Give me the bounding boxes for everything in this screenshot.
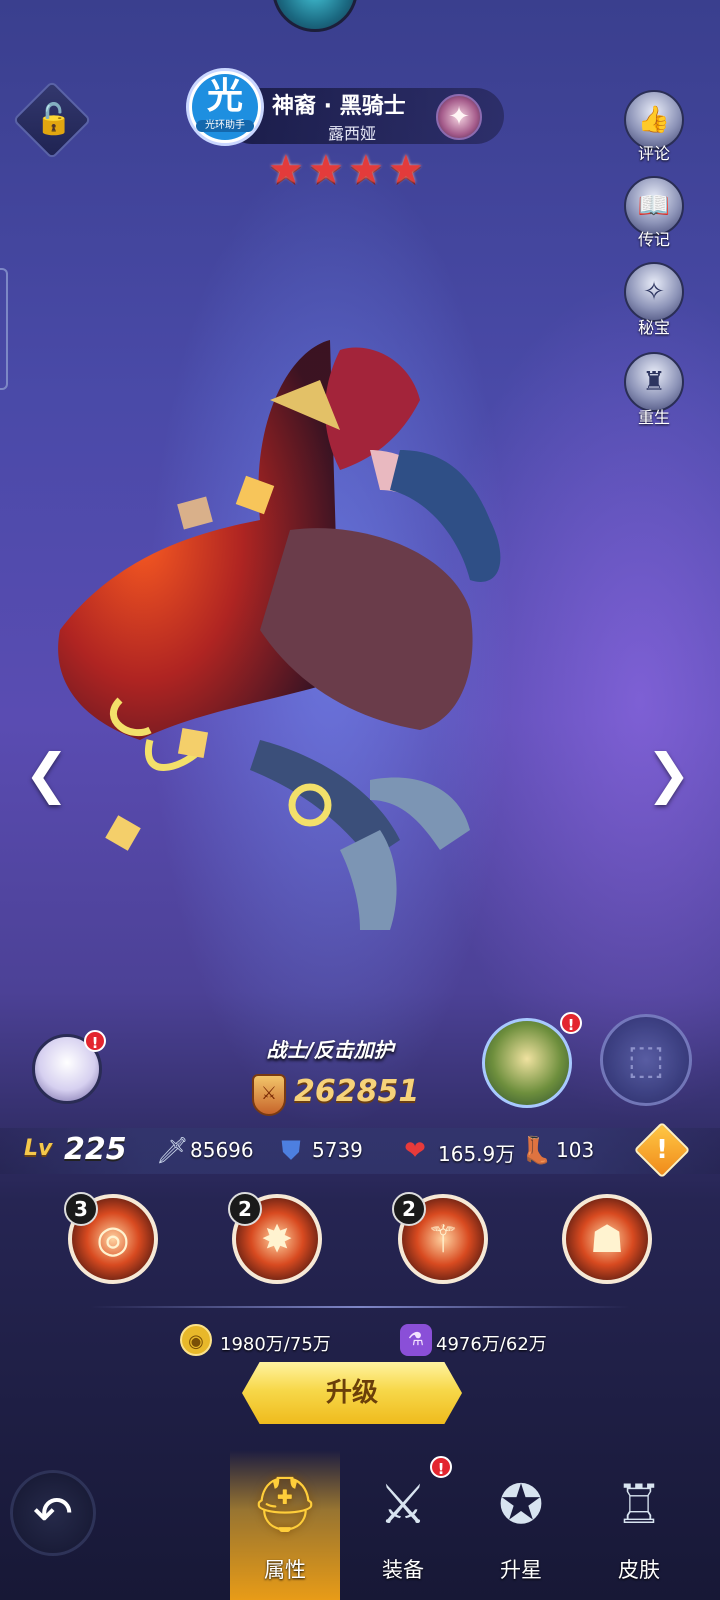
attack-value: 85696 [190, 1138, 254, 1162]
logo-subtitle: 光环助手 [196, 120, 254, 132]
tab-attributes-label: 属性 [264, 1558, 306, 1582]
hero-class-label: 战士/反击加护 [266, 1038, 394, 1062]
pet-alert-badge: ! [84, 1030, 106, 1052]
next-hero-arrow[interactable]: ❯ [646, 744, 691, 804]
thumbs-up-card-icon: 👍 [637, 105, 671, 135]
section-divider [90, 1306, 630, 1308]
skill-3-level: 2 [392, 1192, 426, 1226]
boot-icon: 👢 [520, 1136, 553, 1166]
previous-hero-arrow[interactable]: ❮ [24, 744, 69, 804]
star-icon: ★ [268, 147, 304, 193]
tab-star-up-label: 升星 [500, 1558, 542, 1582]
top-pet-emblem[interactable] [272, 0, 358, 32]
equipment-alert-badge: ! [430, 1456, 452, 1478]
gold-cost: 1980万/75万 [220, 1334, 331, 1355]
companion-avatar[interactable] [482, 1018, 572, 1108]
skill-4-icon[interactable]: ☗ [562, 1194, 652, 1284]
upgrade-button[interactable]: 升级 [242, 1362, 462, 1424]
star-icon: ★ [348, 147, 384, 193]
book-icon: 📖 [637, 191, 671, 221]
tab-star-up[interactable]: ✪ 升星 [466, 1450, 576, 1600]
swords-icon: ⚔ [378, 1473, 428, 1536]
unlock-icon: 🔓 [35, 102, 73, 137]
gold-coin-icon: ◉ [180, 1324, 212, 1356]
potion-icon: ⚗ [400, 1324, 432, 1356]
skill-2-level: 2 [228, 1192, 262, 1226]
treasure-icon: ✧ [643, 277, 665, 307]
back-button[interactable]: ↶ [10, 1470, 96, 1556]
defense-value: 5739 [312, 1138, 363, 1162]
skill-1-level: 3 [64, 1192, 98, 1226]
hero-name: 神裔 · 黑骑士 [272, 94, 406, 119]
star-icon: ★ [308, 147, 344, 193]
logo-char: 光 [206, 76, 243, 117]
companion-alert-badge: ! [560, 1012, 582, 1034]
return-arrow-icon: ↶ [32, 1486, 74, 1542]
tab-equipment-label: 装备 [382, 1558, 424, 1582]
potion-cost: 4976万/62万 [436, 1334, 547, 1355]
locked-slot-icon[interactable]: ⬚ [600, 1014, 692, 1106]
combat-power-value: 262851 [294, 1074, 420, 1109]
star-icon: ★ [388, 147, 424, 193]
rebirth-button[interactable]: ♜ [624, 352, 684, 412]
helmet-icon: ⛑ [250, 1473, 320, 1536]
hp-value: 165.9万 [438, 1142, 516, 1166]
armor-icon: ♖ [614, 1473, 664, 1536]
heart-icon: ❤ [404, 1136, 426, 1166]
side-drawer-handle[interactable] [0, 268, 8, 390]
tab-skins[interactable]: ♖ 皮肤 [584, 1450, 694, 1600]
treasure-button[interactable]: ✧ [624, 262, 684, 322]
combat-power-icon: ⚔ [252, 1074, 286, 1116]
level-prefix: Lv [24, 1136, 53, 1161]
assistant-logo-badge: 光 光环助手 [192, 74, 258, 140]
hero-subtitle: 露西娅 [327, 124, 376, 143]
hero-model[interactable] [40, 300, 560, 960]
faction-emblem-icon[interactable]: ✦ [436, 94, 482, 140]
level-value: 225 [64, 1132, 127, 1167]
rebirth-label: 重生 [637, 408, 670, 427]
rebirth-icon: ♜ [642, 367, 666, 397]
tab-skins-label: 皮肤 [618, 1558, 660, 1582]
star-rating: ★ ★ ★ ★ [268, 148, 438, 192]
treasure-label: 秘宝 [637, 318, 670, 337]
exclamation-icon: ! [656, 1135, 668, 1165]
star-shield-icon: ✪ [498, 1473, 544, 1536]
sword-icon: 🗡 [156, 1136, 190, 1166]
biography-label: 传记 [637, 230, 670, 249]
comments-label: 评论 [637, 144, 670, 163]
speed-value: 103 [556, 1138, 595, 1162]
shield-icon: ⛊ [281, 1136, 301, 1166]
tab-attributes[interactable]: ⛑ 属性 [230, 1450, 340, 1600]
